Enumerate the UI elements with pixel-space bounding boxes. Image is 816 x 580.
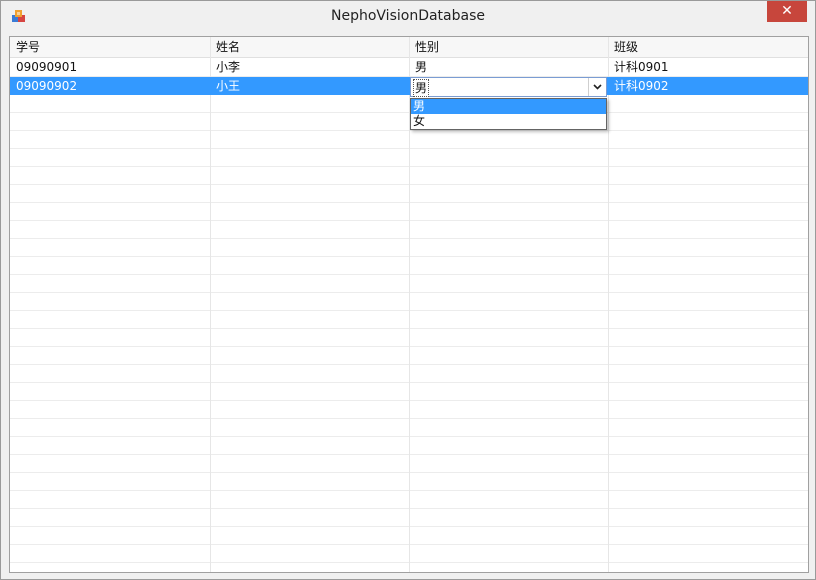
cell-class[interactable]: 计科0901 <box>608 58 808 76</box>
cell-gender[interactable]: 男 <box>409 58 608 76</box>
cell-name[interactable]: 小王 <box>210 77 409 95</box>
column-header-student-id[interactable]: 学号 <box>10 38 210 56</box>
grid-column-line <box>608 37 609 572</box>
gender-dropdown-list: 男 女 <box>410 98 607 130</box>
dropdown-option-female[interactable]: 女 <box>411 114 606 129</box>
chevron-down-icon <box>593 84 602 90</box>
cell-student-id[interactable]: 09090902 <box>10 77 210 95</box>
dropdown-toggle[interactable] <box>588 78 606 96</box>
close-button[interactable]: ✕ <box>767 1 807 22</box>
title-bar[interactable]: NephoVisionDatabase ✕ <box>1 1 815 31</box>
app-window: NephoVisionDatabase ✕ 学号 姓名 性别 班级 090909… <box>0 0 816 580</box>
grid-column-line <box>210 37 211 572</box>
window-title: NephoVisionDatabase <box>331 8 485 24</box>
table-row-selected[interactable]: 09090902 小王 计科0902 <box>10 77 808 95</box>
column-header-class[interactable]: 班级 <box>608 38 808 56</box>
gender-combobox[interactable]: 男 <box>410 77 607 97</box>
cell-student-id[interactable]: 09090901 <box>10 58 210 76</box>
cell-class[interactable]: 计科0902 <box>608 77 808 95</box>
cell-name[interactable]: 小李 <box>210 58 409 76</box>
data-grid[interactable]: 学号 姓名 性别 班级 09090901 小李 男 计科0901 0909090… <box>9 36 809 573</box>
gender-combobox-value: 男 <box>413 79 430 97</box>
column-header-gender[interactable]: 性别 <box>409 38 608 56</box>
column-header-name[interactable]: 姓名 <box>210 38 409 56</box>
dropdown-option-male[interactable]: 男 <box>411 99 606 114</box>
